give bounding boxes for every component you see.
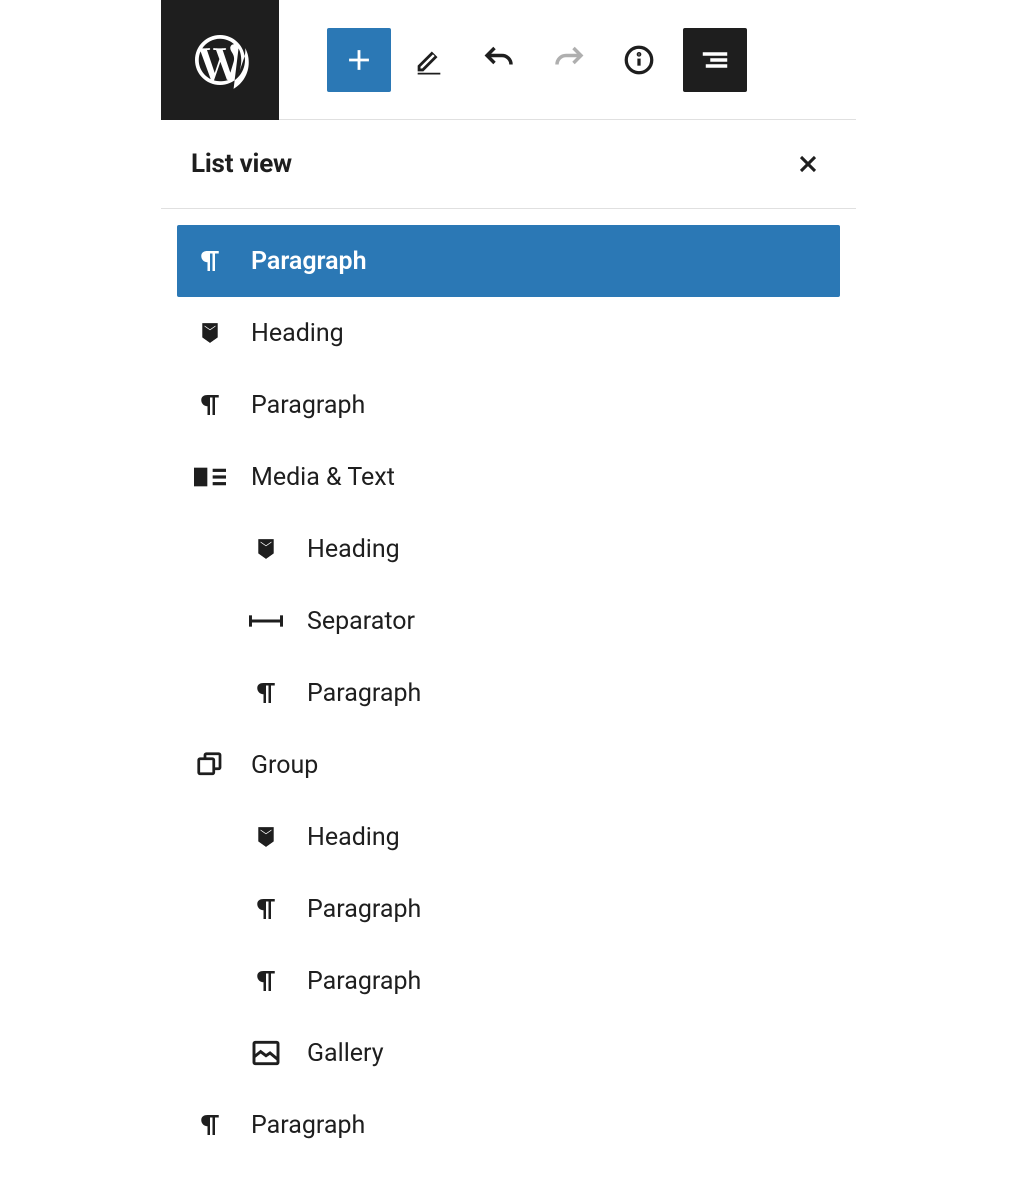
list-item-label: Paragraph <box>251 391 365 420</box>
list-item-paragraph[interactable]: Paragraph <box>177 225 840 297</box>
list-item-label: Paragraph <box>251 1111 365 1140</box>
list-item-group[interactable]: Group <box>177 729 840 801</box>
list-item-paragraph[interactable]: Paragraph <box>177 1089 840 1161</box>
list-item-label: Heading <box>307 823 400 852</box>
heading-icon <box>249 824 283 850</box>
close-icon <box>794 150 822 178</box>
heading-icon <box>193 320 227 346</box>
list-item-heading[interactable]: Heading <box>177 297 840 369</box>
paragraph-icon <box>249 966 283 996</box>
list-item-paragraph[interactable]: Paragraph <box>177 945 840 1017</box>
list-item-label: Group <box>251 751 318 780</box>
details-button[interactable] <box>607 28 671 92</box>
paragraph-icon <box>193 1110 227 1140</box>
wordpress-icon <box>190 30 250 90</box>
paragraph-icon <box>249 678 283 708</box>
group-icon <box>193 750 227 780</box>
list-item-gallery[interactable]: Gallery <box>177 1017 840 1089</box>
list-item-heading[interactable]: Heading <box>177 801 840 873</box>
list-item-label: Heading <box>251 319 344 348</box>
wordpress-logo[interactable] <box>161 0 279 120</box>
list-item-mediatext[interactable]: Media & Text <box>177 441 840 513</box>
list-item-separator[interactable]: Separator <box>177 585 840 657</box>
paragraph-icon <box>193 390 227 420</box>
list-item-label: Gallery <box>307 1039 384 1068</box>
undo-icon <box>481 42 517 78</box>
separator-icon <box>249 611 283 631</box>
list-item-label: Media & Text <box>251 463 395 492</box>
gallery-icon <box>249 1037 283 1069</box>
editor-panel: List view Paragraph Heading Paragraph Media… <box>161 0 856 1161</box>
redo-icon <box>551 42 587 78</box>
list-item-label: Paragraph <box>307 895 421 924</box>
redo-button[interactable] <box>537 28 601 92</box>
heading-icon <box>249 536 283 562</box>
close-button[interactable] <box>792 148 824 180</box>
list-item-label: Separator <box>307 607 415 636</box>
list-item-label: Paragraph <box>307 679 421 708</box>
paragraph-icon <box>193 246 227 276</box>
list-item-label: Paragraph <box>251 247 367 276</box>
list-item-paragraph[interactable]: Paragraph <box>177 369 840 441</box>
panel-header: List view <box>161 120 856 209</box>
list-item-paragraph[interactable]: Paragraph <box>177 657 840 729</box>
list-item-paragraph[interactable]: Paragraph <box>177 873 840 945</box>
add-block-button[interactable] <box>327 28 391 92</box>
panel-title: List view <box>191 149 292 179</box>
plus-icon <box>342 43 376 77</box>
mediatext-icon <box>193 465 227 489</box>
paragraph-icon <box>249 894 283 924</box>
list-view-icon <box>697 42 733 78</box>
editor-toolbar <box>161 0 856 120</box>
list-item-label: Heading <box>307 535 400 564</box>
list-item-label: Paragraph <box>307 967 421 996</box>
list-item-heading[interactable]: Heading <box>177 513 840 585</box>
pencil-icon <box>412 43 446 77</box>
block-list: Paragraph Heading Paragraph Media & Text Hea… <box>161 209 856 1161</box>
toolbar-buttons <box>327 28 747 92</box>
undo-button[interactable] <box>467 28 531 92</box>
info-icon <box>622 43 656 77</box>
edit-tool-button[interactable] <box>397 28 461 92</box>
list-view-button[interactable] <box>683 28 747 92</box>
